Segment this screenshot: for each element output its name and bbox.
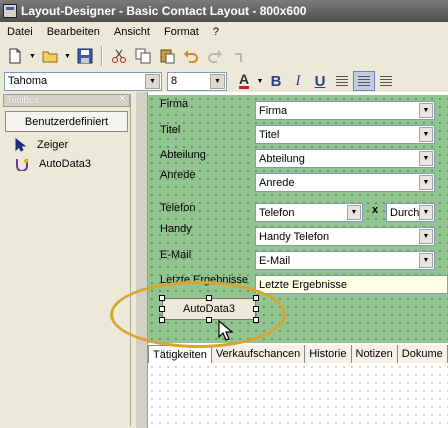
align-left-icon: [336, 75, 348, 87]
font-color-icon: A: [238, 71, 250, 89]
telefon-select[interactable]: Telefon ▼: [255, 203, 363, 222]
label-anrede: Anrede: [160, 169, 196, 181]
chevron-down-icon[interactable]: ▼: [419, 229, 433, 244]
tab-historie[interactable]: Historie: [305, 345, 352, 363]
tab-notizen[interactable]: Notizen: [351, 345, 398, 363]
anrede-select[interactable]: Anrede ▼: [255, 173, 435, 192]
highlight-ellipse: [110, 281, 286, 348]
label-email: E-Mail: [160, 249, 192, 261]
menu-bar: Datei Bearbeiten Ansicht Format ?: [0, 22, 448, 42]
phone-type-value: Durch: [390, 206, 420, 219]
tab-verkaufschancen[interactable]: Verkaufschancen: [211, 345, 306, 363]
chevron-down-icon[interactable]: ▼: [419, 103, 433, 118]
open-icon[interactable]: [39, 45, 61, 67]
toolbox-item-label: Zeiger: [37, 138, 69, 151]
paste-icon[interactable]: [156, 45, 178, 67]
align-center-button[interactable]: [353, 71, 375, 91]
font-size-value: 8: [171, 75, 178, 87]
handy-value: Handy Telefon: [259, 230, 330, 243]
toolbox-item-label: AutoData3: [39, 157, 91, 170]
window-title-bar[interactable]: Layout-Designer - Basic Contact Layout -…: [0, 0, 448, 22]
label-firma: Firma: [160, 98, 189, 110]
save-icon[interactable]: [74, 45, 96, 67]
designer-canvas[interactable]: Firma Firma ▼ Titel Titel ▼ Abteilung Ab…: [136, 92, 448, 428]
underline-button[interactable]: U: [309, 71, 331, 91]
email-select[interactable]: E-Mail ▼: [255, 251, 435, 270]
menu-bearbeiten[interactable]: Bearbeiten: [40, 26, 107, 38]
font-size-select[interactable]: 8 ▼: [167, 71, 227, 91]
letzte-ergebnisse-value: Letzte Ergebnisse: [259, 278, 348, 291]
copy-icon[interactable]: [132, 45, 154, 67]
open-dropdown-icon[interactable]: ▼: [63, 45, 72, 67]
font-select[interactable]: Tahoma ▼: [4, 71, 162, 91]
toolbox-panel: ToolBox ✕ Benutzerdefiniert Zeiger AutoD…: [3, 94, 131, 426]
menu-ansicht[interactable]: Ansicht: [107, 26, 157, 38]
standard-toolbar: ▼ ▼: [0, 43, 448, 69]
autodata-icon: [16, 158, 28, 171]
anrede-value: Anrede: [259, 176, 295, 189]
app-icon: [3, 4, 17, 18]
custom-button[interactable]: Benutzerdefiniert: [5, 111, 128, 132]
toolbox-header: ToolBox ✕: [3, 94, 130, 107]
phone-separator: x: [372, 204, 379, 216]
redo-small-icon[interactable]: [228, 45, 250, 67]
window-title: Layout-Designer - Basic Contact Layout -…: [21, 4, 307, 18]
align-right-button[interactable]: [375, 71, 397, 91]
phone-type-select[interactable]: Durch ▼: [386, 203, 435, 222]
toolbox-title: ToolBox: [7, 95, 40, 105]
label-telefon: Telefon: [160, 202, 196, 214]
close-icon[interactable]: ✕: [118, 94, 127, 105]
format-toolbar: Tahoma ▼ 8 ▼ A ▼ B I U: [0, 70, 448, 92]
telefon-value: Telefon: [259, 206, 295, 219]
align-left-button[interactable]: [331, 71, 353, 91]
bold-button[interactable]: B: [265, 71, 287, 91]
font-value: Tahoma: [8, 75, 48, 87]
pointer-arrow-icon: [15, 137, 27, 152]
toolbar-separator: [101, 46, 103, 66]
firma-select[interactable]: Firma ▼: [255, 101, 435, 120]
new-icon[interactable]: [4, 45, 26, 67]
italic-button[interactable]: I: [287, 71, 309, 91]
mouse-cursor-icon: [218, 320, 234, 341]
label-abteilung: Abteilung: [160, 149, 206, 161]
new-dropdown-icon[interactable]: ▼: [28, 45, 37, 67]
cut-icon[interactable]: [108, 45, 130, 67]
abteilung-value: Abteilung: [259, 152, 305, 165]
chevron-down-icon[interactable]: ▼: [419, 127, 433, 142]
undo-icon[interactable]: [180, 45, 202, 67]
titel-select[interactable]: Titel ▼: [255, 125, 435, 144]
designer-ruler: [136, 92, 148, 428]
chevron-down-icon[interactable]: ▼: [419, 253, 433, 268]
tab-content-area[interactable]: [148, 363, 448, 428]
redo-icon[interactable]: [204, 45, 226, 67]
firma-value: Firma: [259, 104, 288, 117]
menu-help[interactable]: ?: [206, 26, 226, 38]
label-titel: Titel: [160, 124, 181, 136]
chevron-down-icon[interactable]: ▼: [419, 151, 433, 166]
menu-format[interactable]: Format: [157, 26, 206, 38]
toolbox-item-autodata3[interactable]: AutoData3: [3, 154, 130, 173]
chevron-down-icon[interactable]: ▼: [145, 73, 160, 89]
chevron-down-icon[interactable]: ▼: [419, 175, 433, 190]
toolbox-item-pointer[interactable]: Zeiger: [3, 135, 130, 154]
label-handy: Handy: [160, 223, 192, 235]
letzte-ergebnisse-field[interactable]: Letzte Ergebnisse: [255, 275, 448, 294]
chevron-down-icon[interactable]: ▼: [419, 205, 433, 220]
chevron-down-icon[interactable]: ▼: [210, 73, 225, 89]
email-value: E-Mail: [259, 254, 291, 267]
tab-dokumente[interactable]: Dokume: [397, 345, 448, 363]
align-center-icon: [358, 75, 370, 87]
font-color-dropdown-icon[interactable]: ▼: [255, 71, 265, 91]
titel-value: Titel: [259, 128, 280, 141]
align-right-icon: [380, 75, 392, 87]
abteilung-select[interactable]: Abteilung ▼: [255, 149, 435, 168]
handy-select[interactable]: Handy Telefon ▼: [255, 227, 435, 246]
menu-datei[interactable]: Datei: [0, 26, 40, 38]
font-color-button[interactable]: A: [233, 71, 255, 91]
chevron-down-icon[interactable]: ▼: [347, 205, 361, 220]
